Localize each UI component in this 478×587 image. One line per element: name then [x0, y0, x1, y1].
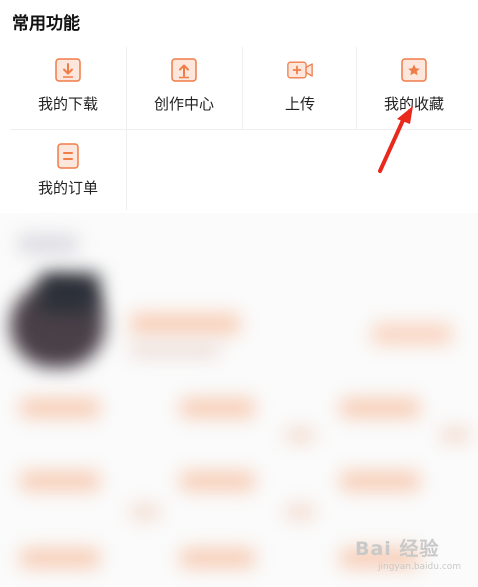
- annotation-arrow: [378, 106, 413, 173]
- watermark-url: jingyan.baidu.com: [378, 562, 462, 572]
- watermark-logo: Bai 经验: [355, 538, 440, 560]
